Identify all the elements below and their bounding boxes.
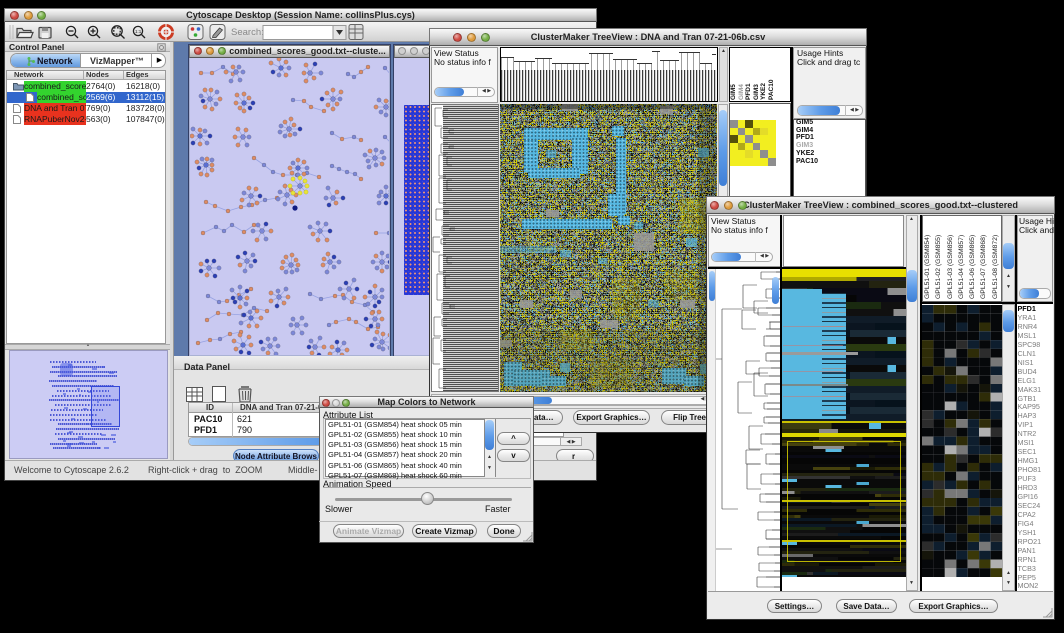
svg-text:Search:: Search:	[231, 27, 264, 38]
svg-text:1:1: 1:1	[135, 29, 142, 34]
